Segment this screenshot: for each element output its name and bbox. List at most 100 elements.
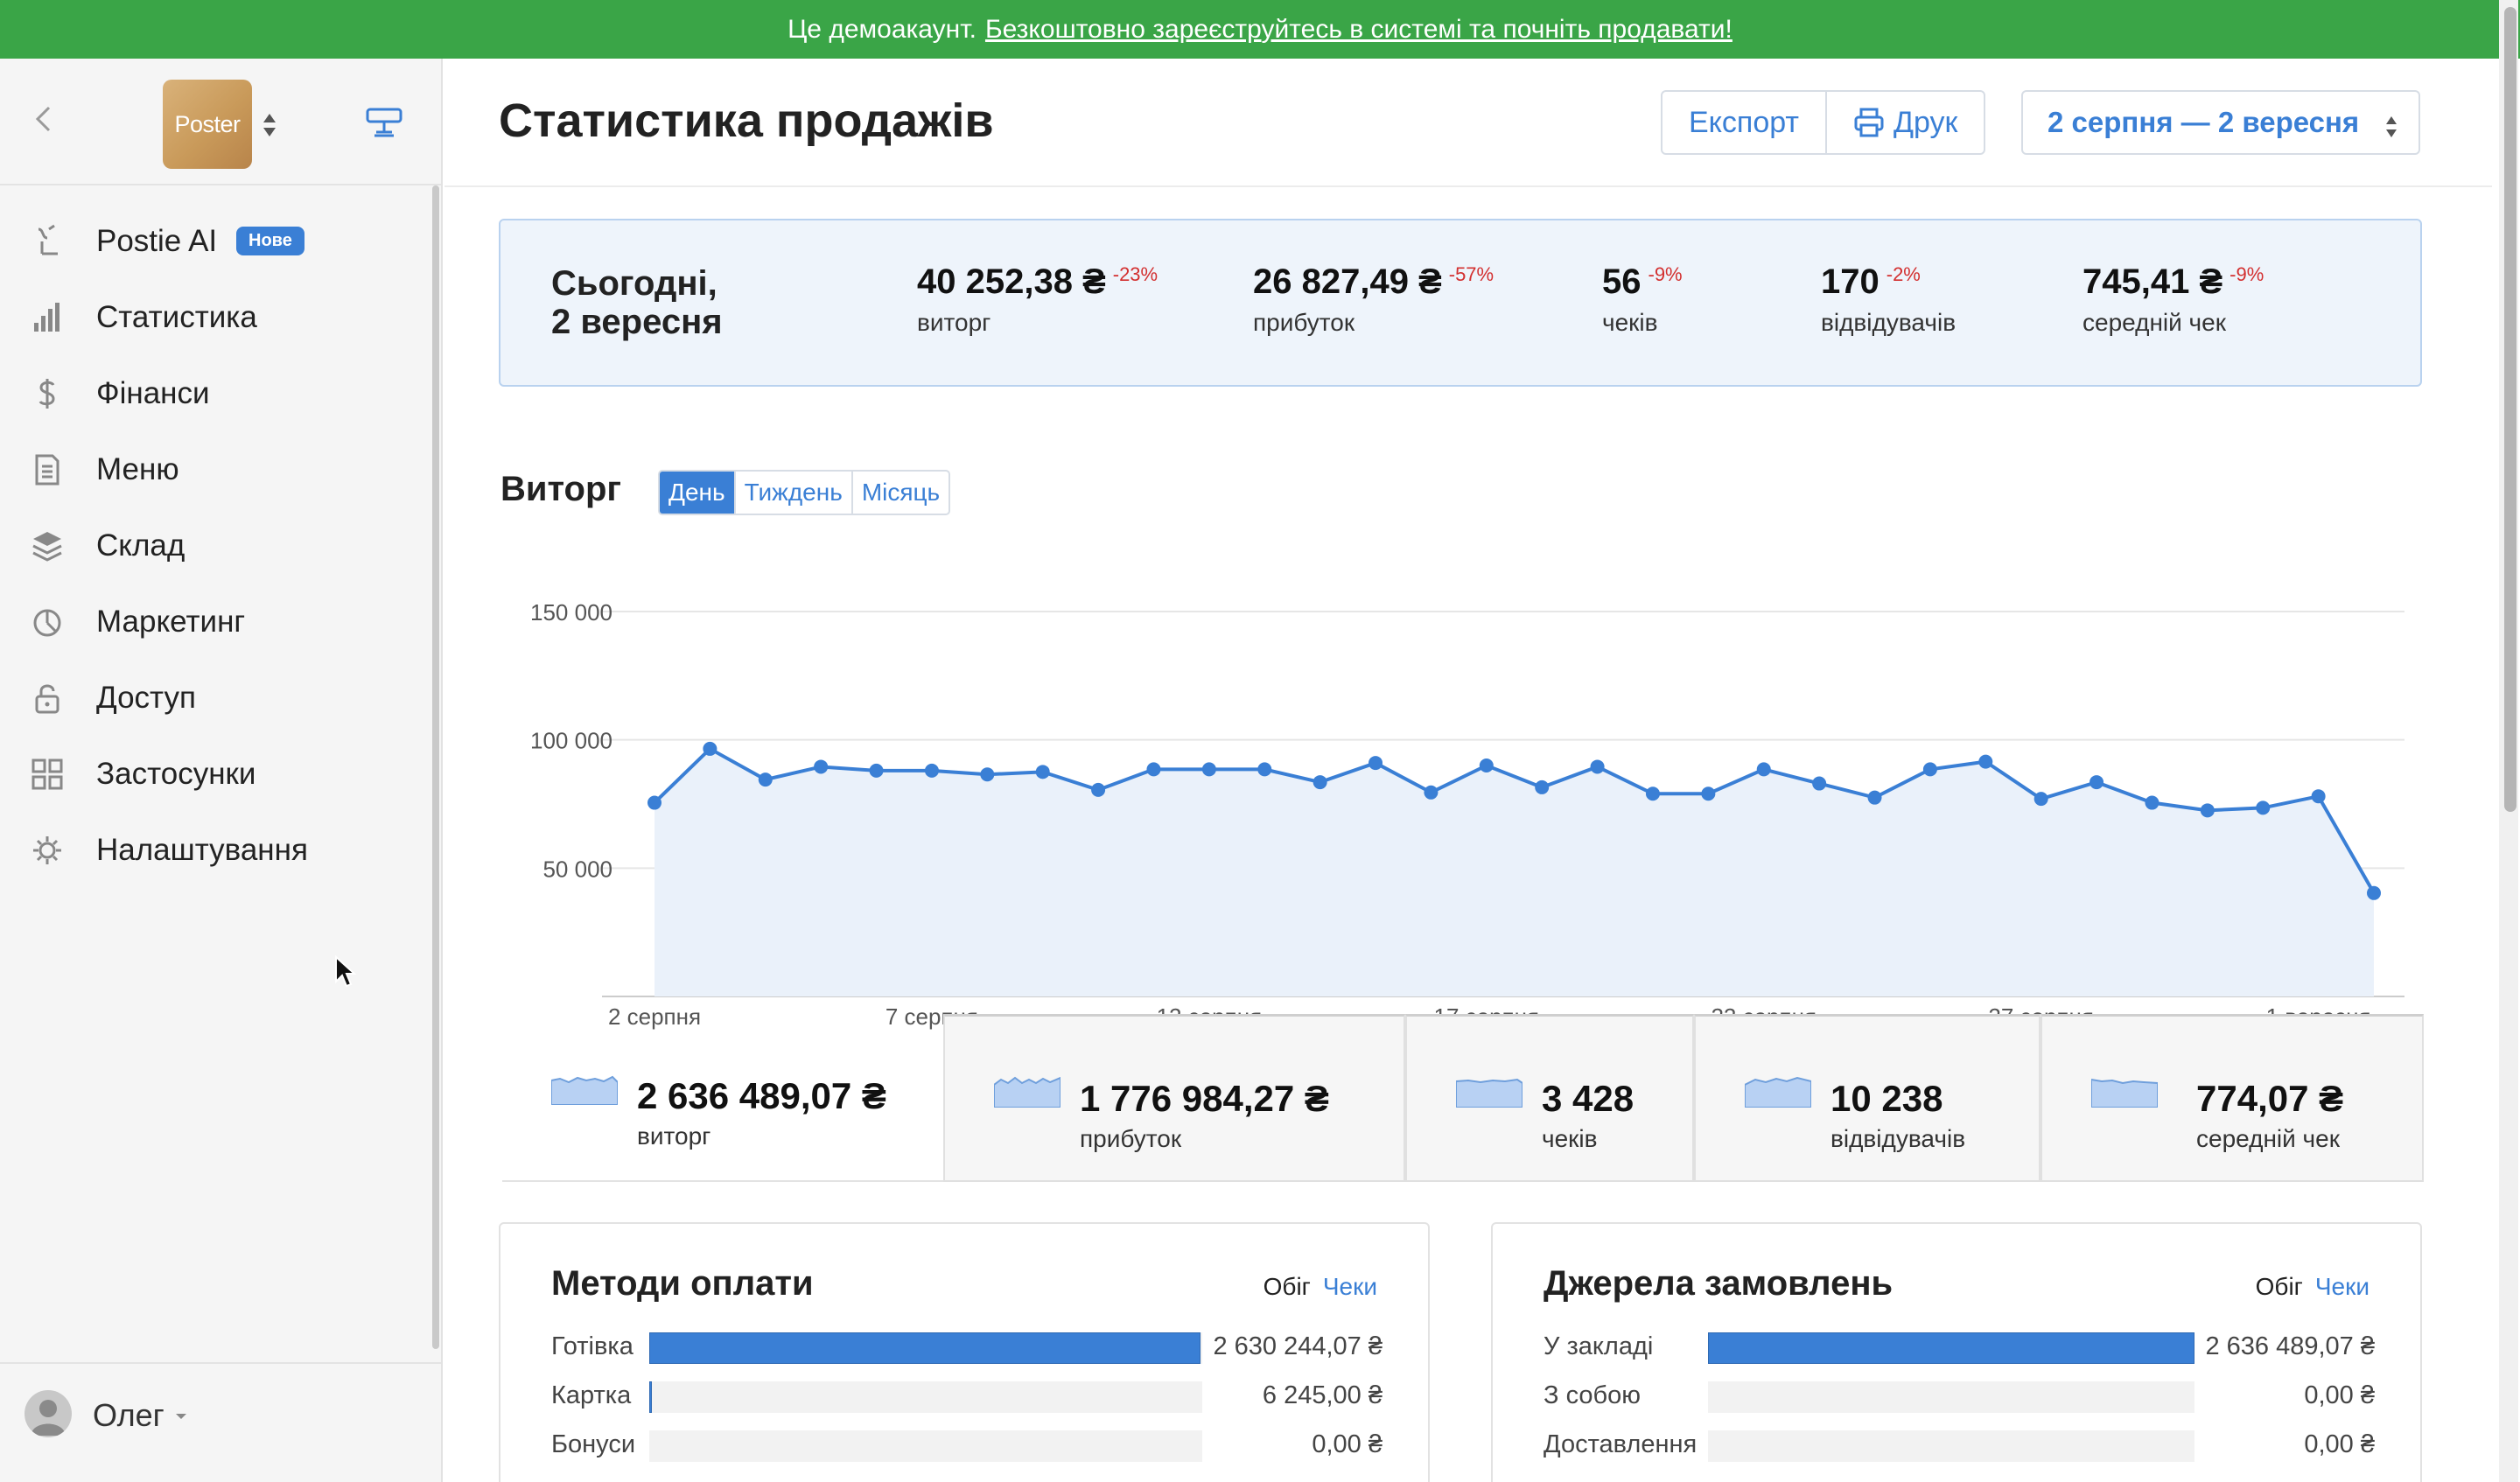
- user-name[interactable]: Олег: [93, 1397, 164, 1434]
- data-point: [2200, 803, 2215, 818]
- export-button[interactable]: Експорт: [1662, 92, 1825, 153]
- today-stat-avg-check: 745,41 ₴ -9% середній чек: [2082, 262, 2264, 337]
- date-range-picker[interactable]: 2 серпня — 2 вересня: [2021, 90, 2420, 155]
- today-stat-revenue: 40 252,38 ₴ -23% виторг: [917, 262, 1158, 337]
- total-checks[interactable]: 3 428 чеків: [1405, 1014, 1694, 1182]
- stat-label: відвідувачів: [1821, 309, 1956, 336]
- data-point: [1645, 786, 1660, 801]
- sparkline-icon: [2091, 1078, 2158, 1108]
- total-value: 3 428: [1542, 1078, 1634, 1119]
- sidebar-item-postie-ai[interactable]: Postie AI Нове: [0, 203, 434, 279]
- toggle-turnover[interactable]: Обіг: [1264, 1273, 1311, 1301]
- caret-down-icon[interactable]: [175, 1413, 187, 1420]
- data-point: [648, 795, 662, 810]
- toggle-checks[interactable]: Чеки: [2315, 1273, 2370, 1301]
- today-stat-checks: 56 -9% чеків: [1602, 262, 1683, 337]
- bar-track: [649, 1381, 1202, 1413]
- metric-toggle: Обіг Чеки: [2256, 1273, 2370, 1301]
- sidebar-item-finance[interactable]: Фінанси: [0, 355, 434, 431]
- total-value: 774,07 ₴: [2196, 1078, 2344, 1119]
- data-point: [1035, 765, 1050, 779]
- bar-track: [649, 1430, 1202, 1462]
- sidebar-item-access[interactable]: Доступ: [0, 660, 434, 736]
- data-point: [1146, 762, 1161, 777]
- total-label: прибуток: [1080, 1125, 1182, 1152]
- data-point: [2256, 800, 2271, 815]
- toggle-turnover[interactable]: Обіг: [2256, 1273, 2303, 1301]
- row-label: Готівка: [551, 1332, 634, 1360]
- main-content: Статистика продажів Експорт Друк 2 серпн…: [444, 59, 2492, 1482]
- date-range-label: 2 серпня — 2 вересня: [2048, 106, 2360, 138]
- user-menu[interactable]: Олег: [0, 1362, 441, 1482]
- total-visitors[interactable]: 10 238 відвідувачів: [1694, 1014, 2040, 1182]
- sidebar-item-label: Налаштування: [96, 832, 308, 867]
- sidebar-item-statistics[interactable]: Статистика: [0, 279, 434, 355]
- page-scrollbar-thumb[interactable]: [2504, 7, 2516, 812]
- lock-icon: [35, 684, 60, 713]
- sidebar-item-menu[interactable]: Меню: [0, 431, 434, 507]
- sort-arrows-icon[interactable]: [261, 111, 278, 139]
- today-title-line2: 2 вересня: [551, 303, 723, 341]
- revenue-title: Виторг: [500, 470, 622, 508]
- stat-value: 745,41 ₴: [2082, 262, 2223, 301]
- row-value: 6 245,00 ₴: [1262, 1381, 1382, 1409]
- total-label: чеків: [1542, 1125, 1598, 1152]
- row-value: 0,00 ₴: [2304, 1430, 2375, 1458]
- stat-change: -9%: [2230, 263, 2264, 285]
- bar-chart-icon: [34, 302, 60, 332]
- stat-value: 56: [1602, 262, 1642, 301]
- sidebar-item-apps[interactable]: Застосунки: [0, 736, 434, 812]
- data-point: [1812, 776, 1827, 791]
- sidebar-header: Poster: [0, 59, 441, 185]
- data-point: [1479, 758, 1494, 772]
- bar-row: Бонуси 0,00 ₴: [551, 1422, 1382, 1471]
- print-button[interactable]: Друк: [1825, 92, 1984, 153]
- stat-label: виторг: [917, 309, 991, 336]
- bar-track: [649, 1332, 1202, 1364]
- data-point: [1312, 775, 1327, 790]
- export-label: Експорт: [1689, 105, 1799, 139]
- layers-icon: [32, 531, 62, 562]
- bar-fill: [1708, 1332, 2194, 1364]
- user-icon: [31, 1400, 66, 1436]
- pos-terminal-icon[interactable]: [364, 106, 404, 141]
- chevron-left-icon[interactable]: [30, 104, 60, 134]
- area-fill: [654, 748, 2374, 996]
- tab-month[interactable]: Місяць: [850, 472, 948, 514]
- printer-icon: [1854, 108, 1884, 137]
- data-point: [924, 763, 939, 778]
- demo-banner: Це демоакаунт. Безкоштовно зареєструйтес…: [0, 0, 2520, 59]
- card-title: Методи оплати: [551, 1264, 814, 1303]
- sidebar: Poster Postie AI Нове Статистика Фінанси…: [0, 59, 443, 1482]
- total-avg-check[interactable]: 774,07 ₴ середній чек: [2040, 1014, 2424, 1182]
- total-profit[interactable]: 1 776 984,27 ₴ прибуток: [943, 1014, 1405, 1182]
- sidebar-scrollbar[interactable]: [432, 185, 439, 1349]
- data-point: [1535, 779, 1550, 794]
- tab-week[interactable]: Тиждень: [733, 472, 851, 514]
- header-divider: [444, 185, 2492, 187]
- logo[interactable]: Poster: [163, 80, 252, 169]
- stat-value: 170: [1821, 262, 1880, 301]
- new-badge: Нове: [236, 227, 304, 255]
- data-point: [1978, 754, 1993, 769]
- sidebar-item-label: Маркетинг: [96, 604, 246, 639]
- sidebar-item-settings[interactable]: Налаштування: [0, 812, 434, 888]
- stat-change: -2%: [1886, 263, 1921, 285]
- metric-toggle: Обіг Чеки: [1264, 1273, 1377, 1301]
- bar-row: Готівка 2 630 244,07 ₴: [551, 1324, 1382, 1373]
- sidebar-item-warehouse[interactable]: Склад: [0, 507, 434, 584]
- period-tabs: День Тиждень Місяць: [658, 470, 951, 515]
- sidebar-nav: Postie AI Нове Статистика Фінанси Меню С…: [0, 203, 434, 888]
- data-point: [2367, 885, 2381, 900]
- sidebar-item-marketing[interactable]: Маркетинг: [0, 584, 434, 660]
- stat-value: 40 252,38 ₴: [917, 262, 1106, 301]
- data-point: [1201, 762, 1216, 777]
- toggle-checks[interactable]: Чеки: [1323, 1273, 1377, 1301]
- tab-day[interactable]: День: [660, 472, 734, 514]
- data-point: [869, 763, 884, 778]
- data-point: [1590, 759, 1605, 774]
- total-revenue[interactable]: 2 636 489,07 ₴ виторг: [502, 1014, 943, 1182]
- data-point: [1368, 756, 1383, 771]
- register-link[interactable]: Безкоштовно зареєструйтесь в системі та …: [985, 15, 1732, 45]
- page-title: Статистика продажів: [499, 94, 994, 147]
